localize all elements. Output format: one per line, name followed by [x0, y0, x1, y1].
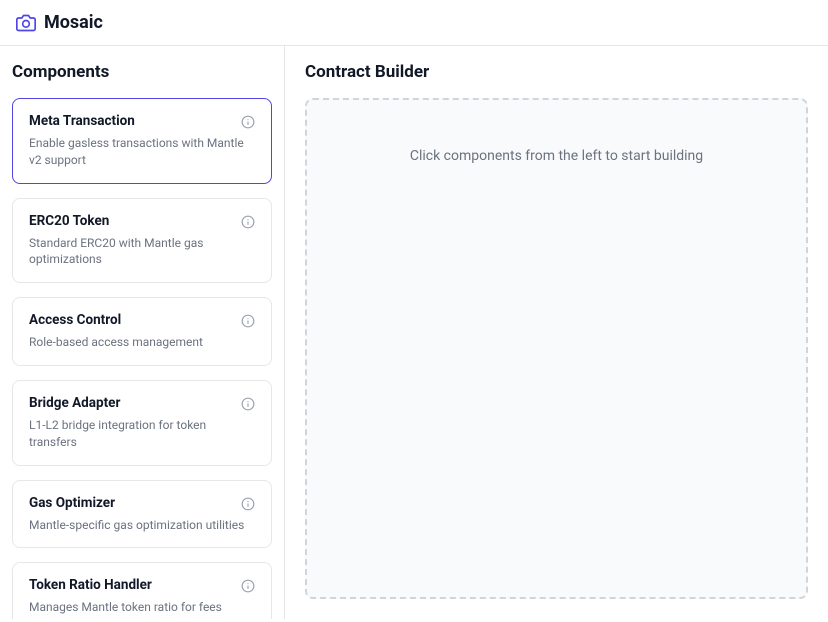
info-icon[interactable]: [241, 578, 255, 592]
info-icon[interactable]: [241, 214, 255, 228]
sidebar: Components Meta Transaction Enable gasles…: [0, 46, 285, 619]
component-desc: L1-L2 bridge integration for token trans…: [29, 417, 255, 451]
component-title: ERC20 Token: [29, 213, 109, 229]
camera-icon: [16, 13, 36, 33]
info-icon[interactable]: [241, 396, 255, 410]
builder-hint: Click components from the left to start …: [410, 148, 703, 164]
component-card[interactable]: Token Ratio Handler Manages Mantle token …: [12, 562, 272, 619]
components-list: Meta Transaction Enable gasless transacti…: [12, 98, 272, 619]
component-card[interactable]: ERC20 Token Standard ERC20 with Mantle ga…: [12, 198, 272, 284]
component-title: Gas Optimizer: [29, 495, 115, 511]
component-title: Token Ratio Handler: [29, 577, 152, 593]
component-card-head: Meta Transaction: [29, 113, 255, 129]
component-desc: Manages Mantle token ratio for fees: [29, 599, 255, 616]
component-title: Bridge Adapter: [29, 395, 120, 411]
info-icon[interactable]: [241, 313, 255, 327]
component-card-head: Token Ratio Handler: [29, 577, 255, 593]
app-header: Mosaic: [0, 0, 828, 46]
component-card[interactable]: Access Control Role-based access manageme…: [12, 297, 272, 366]
component-card-head: Access Control: [29, 312, 255, 328]
component-desc: Role-based access management: [29, 334, 255, 351]
component-title: Access Control: [29, 312, 121, 328]
content-area: Contract Builder Click components from t…: [285, 46, 828, 619]
info-icon[interactable]: [241, 114, 255, 128]
sidebar-title: Components: [12, 62, 272, 82]
component-card[interactable]: Bridge Adapter L1-L2 bridge integration f…: [12, 380, 272, 466]
info-icon[interactable]: [241, 496, 255, 510]
component-card[interactable]: Meta Transaction Enable gasless transacti…: [12, 98, 272, 184]
component-card-head: Bridge Adapter: [29, 395, 255, 411]
component-title: Meta Transaction: [29, 113, 135, 129]
component-card-head: ERC20 Token: [29, 213, 255, 229]
main-area: Components Meta Transaction Enable gasles…: [0, 46, 828, 619]
component-card-head: Gas Optimizer: [29, 495, 255, 511]
component-desc: Standard ERC20 with Mantle gas optimizat…: [29, 235, 255, 269]
component-desc: Enable gasless transactions with Mantle …: [29, 135, 255, 169]
app-title: Mosaic: [44, 12, 103, 33]
component-card[interactable]: Gas Optimizer Mantle-specific gas optimiz…: [12, 480, 272, 549]
component-desc: Mantle-specific gas optimization utiliti…: [29, 517, 255, 534]
builder-dropzone[interactable]: Click components from the left to start …: [305, 98, 808, 599]
content-title: Contract Builder: [305, 62, 808, 82]
